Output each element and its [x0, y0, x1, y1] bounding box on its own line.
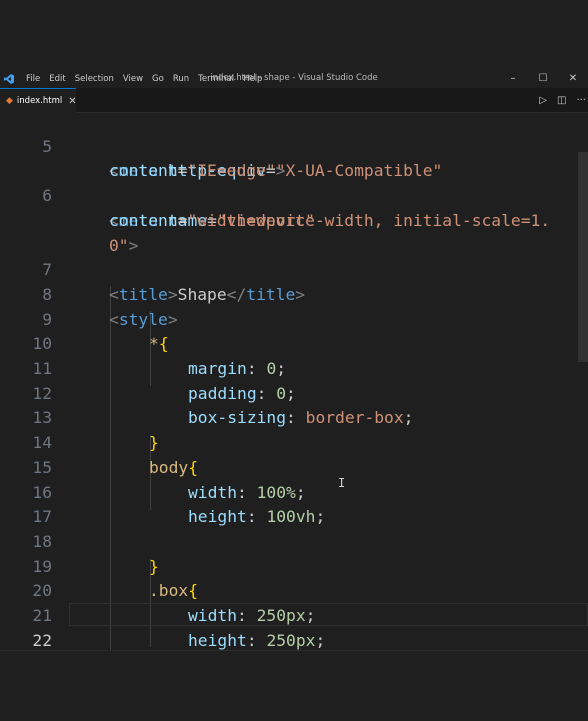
split-editor-icon[interactable]: ◫ — [557, 95, 566, 106]
menu-terminal[interactable]: Terminal — [198, 74, 234, 84]
menu-edit[interactable]: Edit — [49, 74, 65, 84]
tab-bar: ◆ index.html ✕ ▷ ◫ ··· — [0, 88, 588, 113]
vscode-logo-icon — [4, 73, 14, 84]
menu-file[interactable]: File — [26, 74, 40, 84]
close-tab-icon[interactable]: ✕ — [68, 96, 76, 107]
code-line-6-wrap: content="width=device-width, initial-sca… — [0, 184, 588, 230]
code-line-19: 19 .box{ — [0, 530, 588, 601]
code-line-13: 13 } — [0, 382, 588, 452]
code-line-12: 12 box-sizing: border-box; — [0, 357, 588, 428]
code-line-21: 21 height: 250px; — [0, 579, 588, 650]
code-line-20: 20 width: 250px; — [0, 555, 588, 625]
code-line-8: 8 <style> — [0, 258, 588, 329]
code-line-18: 18 } — [0, 505, 588, 576]
code-line-5-wrap: content="IE=edge"> — [0, 135, 588, 180]
code-line-14: 14 body{ — [0, 406, 588, 477]
code-line-16: 16 height: 100vh; — [0, 456, 588, 527]
menu-selection[interactable]: Selection — [75, 74, 114, 84]
run-icon[interactable]: ▷ — [539, 95, 547, 106]
code-line-22: 22 background: green; — [0, 604, 588, 650]
video-top-bar — [0, 0, 588, 69]
menu-run[interactable]: Run — [173, 74, 189, 84]
code-line-6-wrap2: 0"> — [0, 209, 588, 255]
menu-go[interactable]: Go — [152, 74, 164, 84]
maximize-button[interactable]: ☐ — [528, 69, 558, 88]
code-line-7: 7 <title>Shape</title> — [0, 234, 588, 304]
code-line-10: 10 margin: 0; — [0, 308, 588, 378]
menu-bar: File Edit Selection View Go Run Terminal… — [26, 74, 271, 84]
more-actions-icon[interactable]: ··· — [576, 95, 586, 106]
editor-actions: ▷ ◫ ··· — [529, 88, 586, 112]
code-line-17: 17 — [0, 481, 588, 526]
tab-index-html[interactable]: ◆ index.html ✕ — [0, 88, 77, 113]
mouse-ibeam-icon: I — [338, 476, 346, 490]
title-bar: File Edit Selection View Go Run Terminal… — [0, 69, 588, 88]
code-line-15: 15 width: 100%; — [0, 431, 588, 502]
code-line-6: 6 <meta name="viewport" — [0, 159, 588, 230]
vertical-scrollbar[interactable] — [578, 152, 588, 362]
html-file-icon: ◆ — [6, 96, 13, 106]
minimize-button[interactable]: – — [498, 69, 528, 88]
code-line-11: 11 padding: 0; — [0, 332, 588, 403]
menu-help[interactable]: Help — [243, 74, 262, 84]
window-controls: – ☐ ✕ — [498, 69, 588, 88]
code-line-23: 23 } — [0, 629, 588, 650]
tab-label: index.html — [16, 96, 63, 106]
close-window-button[interactable]: ✕ — [558, 69, 588, 88]
code-line-9: 9 *{ — [0, 283, 588, 354]
video-bottom-bar — [0, 650, 588, 721]
code-line-5: 5 <meta http-equiv="X-UA-Compatible" — [0, 113, 588, 181]
code-editor[interactable]: 5 <meta http-equiv="X-UA-Compatible" con… — [0, 113, 588, 650]
menu-view[interactable]: View — [123, 74, 143, 84]
